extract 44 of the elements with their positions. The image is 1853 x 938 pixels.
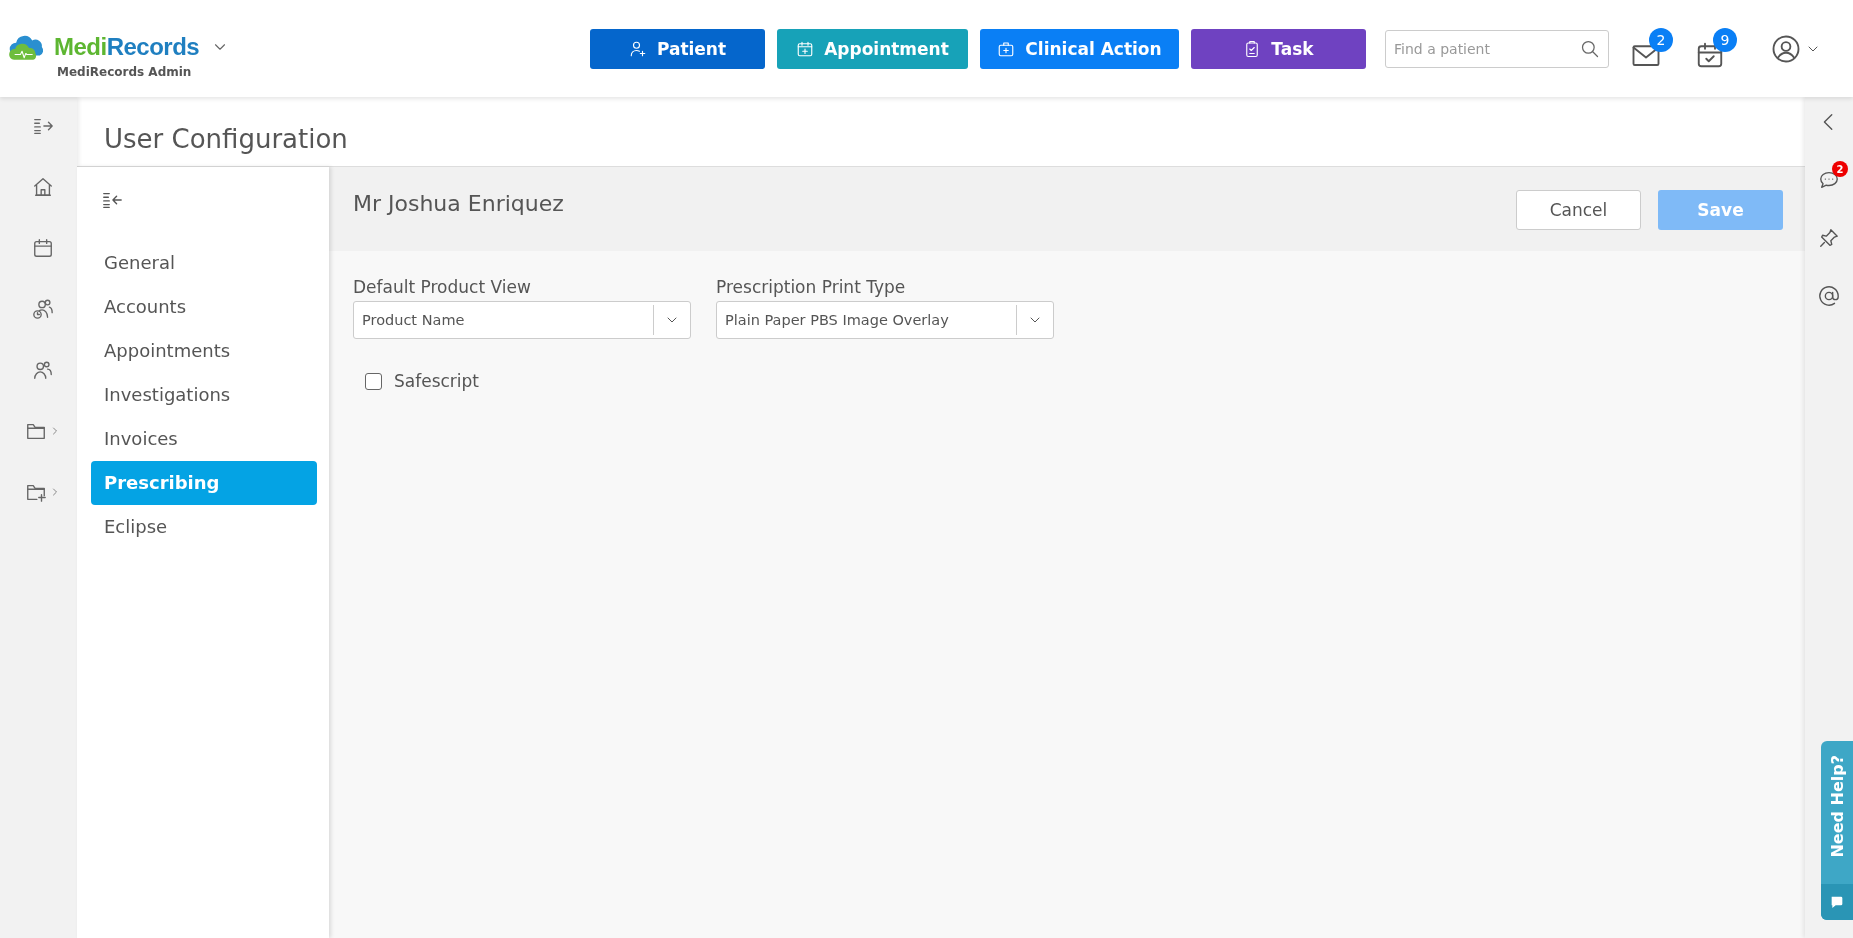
medical-kit-icon xyxy=(997,39,1016,58)
nav-rail-button[interactable] xyxy=(31,359,54,381)
settings-menu-item[interactable]: Investigations xyxy=(91,373,317,417)
cancel-button[interactable]: Cancel xyxy=(1516,190,1641,230)
settings-menu-item[interactable]: Accounts xyxy=(91,285,317,329)
pin-icon xyxy=(1818,227,1840,249)
calendar-icon xyxy=(31,237,54,259)
patient-button[interactable]: Patient xyxy=(590,28,765,69)
mention-button[interactable] xyxy=(1818,285,1840,307)
chat-count-badge: 2 xyxy=(1832,161,1848,177)
home-icon xyxy=(31,176,54,198)
people-clock-icon xyxy=(31,298,54,320)
brand-subtitle: MediRecords Admin xyxy=(57,65,193,79)
calendar-button[interactable]: 9 xyxy=(1695,27,1737,70)
at-sign-icon xyxy=(1818,285,1840,307)
nav-rail-button[interactable] xyxy=(31,298,54,320)
clinical-button[interactable]: Clinical Action xyxy=(980,28,1179,69)
field-label: Prescription Print Type xyxy=(716,277,907,297)
people-icon xyxy=(31,359,54,381)
field-label: Default Product View xyxy=(353,277,532,297)
nav-rail-button[interactable] xyxy=(31,176,54,198)
settings-menu-item[interactable]: Appointments xyxy=(91,329,317,373)
speech-bubble-icon xyxy=(1829,894,1845,910)
search-field[interactable]: Find a patient xyxy=(1385,29,1609,68)
settings-menu-item[interactable]: Invoices xyxy=(91,417,317,461)
calendar-plus-icon xyxy=(796,39,815,58)
settings-menu-item[interactable]: Eclipse xyxy=(91,505,317,549)
mail-count-badge: 2 xyxy=(1649,27,1673,52)
user-name: Mr Joshua Enriquez xyxy=(353,191,564,216)
dropdown-field[interactable]: Plain Paper PBS Image Overlay xyxy=(716,301,1054,339)
pin-button[interactable] xyxy=(1818,227,1840,249)
checkbox-label: Safescript xyxy=(394,371,480,391)
nav-rail-button[interactable] xyxy=(31,237,54,259)
calendar-count-badge: 9 xyxy=(1713,27,1737,52)
chat-button[interactable]: 2 xyxy=(1818,161,1848,191)
user-avatar-icon xyxy=(1771,33,1801,64)
checkbox[interactable] xyxy=(365,372,382,390)
task-button[interactable]: Task xyxy=(1191,28,1366,69)
brand-name: MediRecords xyxy=(54,33,200,61)
mail-button[interactable]: 2 xyxy=(1631,27,1673,70)
dropdown-field[interactable]: Product Name xyxy=(353,301,691,339)
search-icon xyxy=(1580,38,1600,59)
person-plus-icon xyxy=(628,39,647,58)
settings-menu-item[interactable]: General xyxy=(91,241,317,285)
